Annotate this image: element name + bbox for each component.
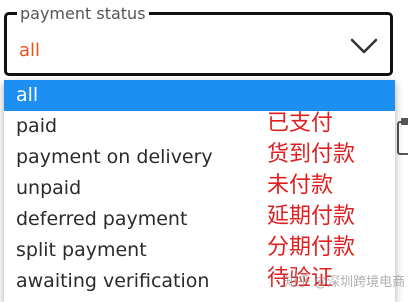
option-paid[interactable]: paid [4, 111, 395, 142]
payment-status-dropdown: all paid payment on delivery unpaid defe… [4, 80, 395, 302]
option-unpaid[interactable]: unpaid [4, 173, 395, 204]
note-deferred-payment: 延期付款 [267, 204, 356, 229]
option-all[interactable]: all [4, 80, 395, 111]
watermark: 知乎 @深圳跨境电商 [284, 275, 406, 290]
note-paid: 已支付 [267, 111, 334, 136]
note-payment-on-delivery: 货到付款 [267, 142, 356, 167]
payment-status-value: all [19, 40, 41, 61]
chevron-down-icon[interactable] [350, 37, 378, 55]
payment-status-label: payment status [17, 5, 149, 23]
stage: payment status all all paid payment on d… [0, 0, 408, 302]
note-unpaid: 未付款 [267, 173, 334, 198]
note-split-payment: 分期付款 [267, 235, 356, 260]
payment-status-select[interactable]: payment status all [4, 5, 393, 76]
clipboard-icon [397, 118, 408, 155]
